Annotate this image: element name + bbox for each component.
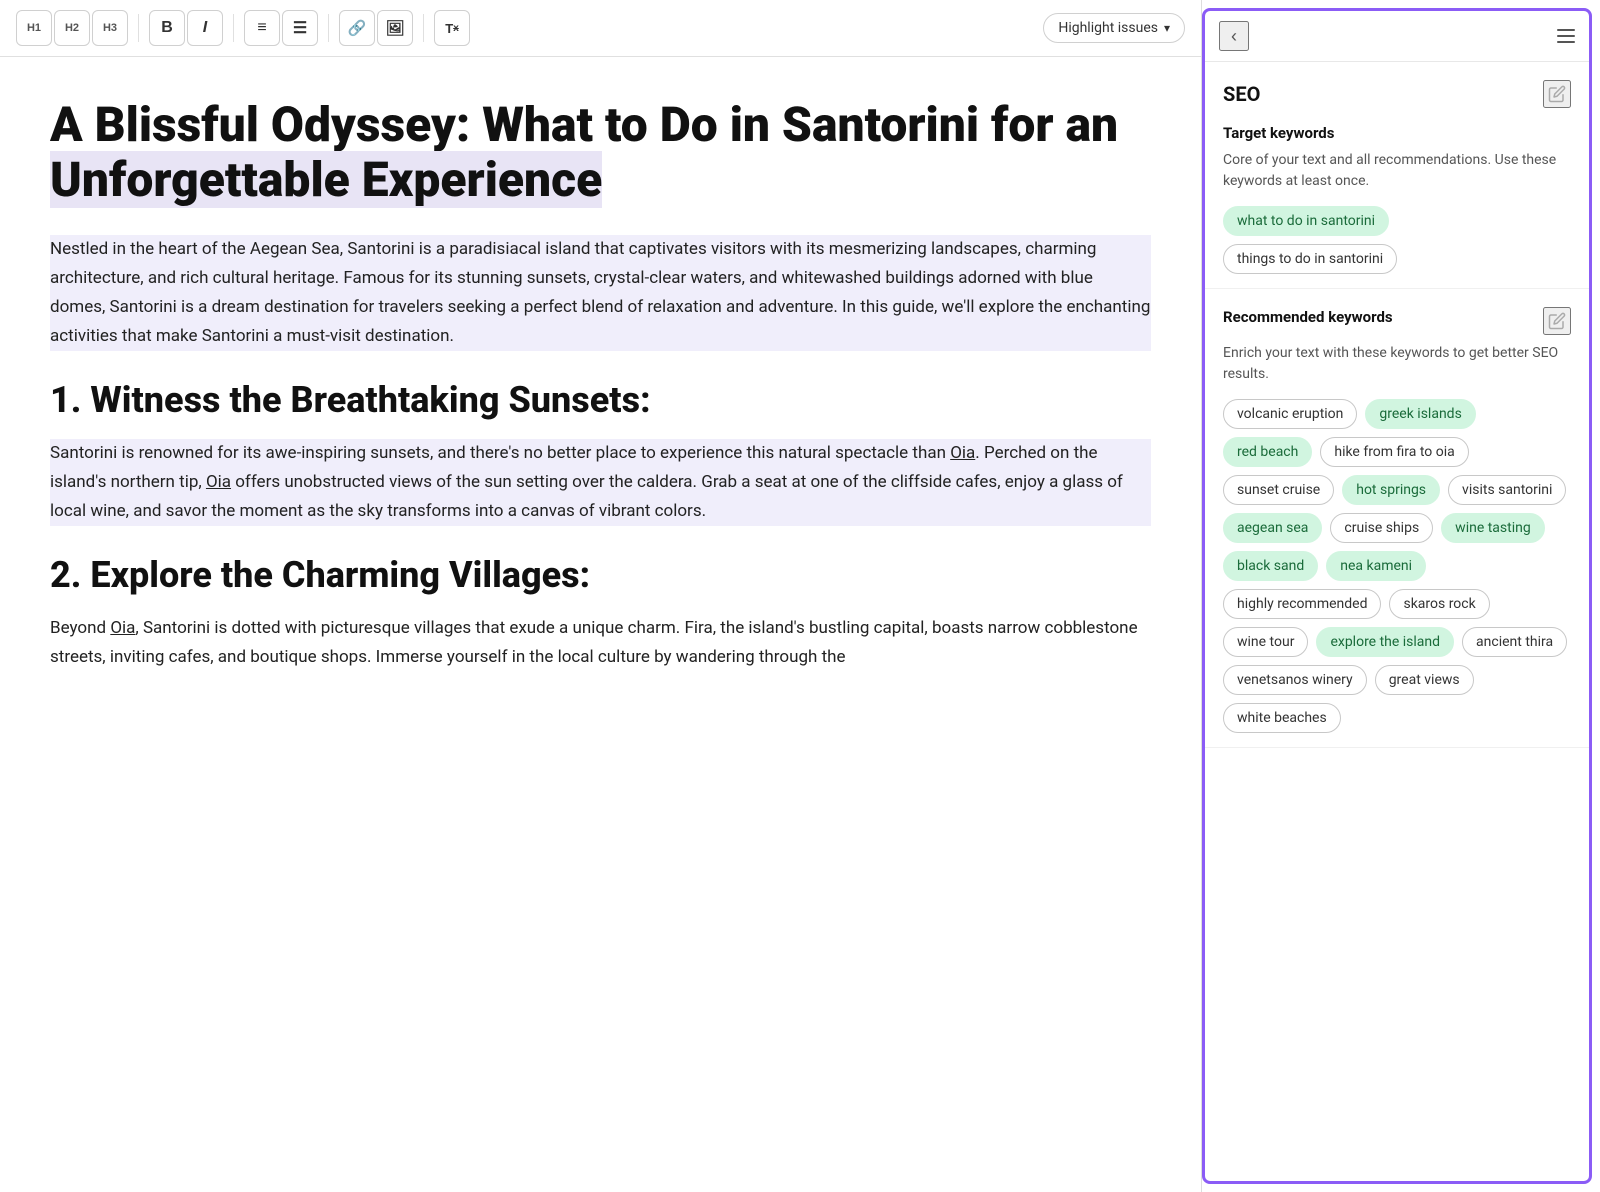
- bold-button[interactable]: B: [149, 10, 185, 46]
- seo-nav: ‹: [1205, 11, 1589, 62]
- recommended-keywords-desc: Enrich your text with these keywords to …: [1223, 343, 1571, 385]
- divider-1: [138, 14, 139, 42]
- recommended-keyword-tag[interactable]: nea kameni: [1326, 551, 1426, 581]
- sunsets-paragraph: Santorini is renowned for its awe-inspir…: [50, 439, 1151, 526]
- highlight-issues-dropdown[interactable]: Highlight issues ▾: [1043, 13, 1185, 43]
- hamburger-line-3: [1557, 41, 1575, 43]
- recommended-keyword-tag[interactable]: explore the island: [1316, 627, 1454, 657]
- recommended-keyword-tag[interactable]: great views: [1375, 665, 1474, 695]
- recommended-keyword-tag[interactable]: hot springs: [1342, 475, 1440, 505]
- link-button[interactable]: 🔗: [339, 10, 375, 46]
- target-keyword-tag[interactable]: what to do in santorini: [1223, 206, 1389, 236]
- recommended-keyword-tag[interactable]: black sand: [1223, 551, 1318, 581]
- recommended-keyword-tag[interactable]: cruise ships: [1330, 513, 1433, 543]
- divider-2: [233, 14, 234, 42]
- h3-button[interactable]: H3: [92, 10, 128, 46]
- recommended-keyword-tag[interactable]: skaros rock: [1389, 589, 1489, 619]
- article-title: A Blissful Odyssey: What to Do in Santor…: [50, 97, 1151, 207]
- section-heading-1: 1. Witness the Breathtaking Sunsets:: [50, 379, 1151, 421]
- editor-content[interactable]: A Blissful Odyssey: What to Do in Santor…: [0, 57, 1201, 1192]
- unordered-list-button[interactable]: ☰: [282, 10, 318, 46]
- editor-panel: H1 H2 H3 B I ≡ ☰ 🔗 🖼 Tx Highlight i: [0, 0, 1202, 1192]
- recommended-keyword-tag[interactable]: highly recommended: [1223, 589, 1381, 619]
- title-highlighted: Unforgettable Experience: [50, 151, 602, 208]
- divider-4: [423, 14, 424, 42]
- recommended-keyword-tag[interactable]: sunset cruise: [1223, 475, 1334, 505]
- recommended-keyword-tag[interactable]: aegean sea: [1223, 513, 1322, 543]
- recommended-keywords-title: Recommended keywords: [1223, 308, 1393, 326]
- pencil-icon-2: [1548, 312, 1566, 330]
- ordered-list-button[interactable]: ≡: [244, 10, 280, 46]
- back-button[interactable]: ‹: [1219, 21, 1249, 51]
- target-keywords-tags: what to do in santorini things to do in s…: [1223, 206, 1571, 274]
- recommended-keyword-tag[interactable]: white beaches: [1223, 703, 1341, 733]
- title-plain: A Blissful Odyssey: What to Do in Santor…: [50, 96, 1118, 153]
- recommended-keywords-tags: volcanic eruption greek islands red beach h…: [1223, 399, 1571, 733]
- heading-buttons: H1 H2 H3: [16, 10, 128, 46]
- toolbar: H1 H2 H3 B I ≡ ☰ 🔗 🖼 Tx Highlight i: [0, 0, 1201, 57]
- intro-paragraph: Nestled in the heart of the Aegean Sea, …: [50, 235, 1151, 351]
- hamburger-line-2: [1557, 35, 1575, 37]
- recommended-keyword-tag[interactable]: hike from fira to oia: [1320, 437, 1468, 467]
- recommended-keyword-tag[interactable]: ancient thira: [1462, 627, 1567, 657]
- recommended-keywords-section: Recommended keywords Enrich your text wi…: [1205, 289, 1589, 748]
- seo-edit-button[interactable]: [1543, 80, 1571, 108]
- seo-panel: ‹ SEO Target keywords Core of your text …: [1202, 8, 1592, 1184]
- recommended-keyword-tag[interactable]: wine tasting: [1441, 513, 1545, 543]
- seo-panel-title: SEO: [1223, 82, 1260, 106]
- oia-link-2[interactable]: Oia: [206, 472, 231, 492]
- para3-before: Beyond: [50, 618, 110, 638]
- image-button[interactable]: 🖼: [377, 10, 413, 46]
- hamburger-line-1: [1557, 29, 1575, 31]
- h2-button[interactable]: H2: [54, 10, 90, 46]
- recommended-keyword-tag[interactable]: volcanic eruption: [1223, 399, 1357, 429]
- villages-paragraph: Beyond Oia, Santorini is dotted with pic…: [50, 614, 1151, 672]
- chevron-down-icon: ▾: [1164, 21, 1170, 35]
- target-keywords-title: Target keywords: [1223, 124, 1571, 142]
- recommended-keyword-tag[interactable]: wine tour: [1223, 627, 1308, 657]
- format-buttons: B I: [149, 10, 223, 46]
- h1-button[interactable]: H1: [16, 10, 52, 46]
- target-keyword-tag[interactable]: things to do in santorini: [1223, 244, 1397, 274]
- recommended-keyword-tag[interactable]: red beach: [1223, 437, 1312, 467]
- menu-icon[interactable]: [1557, 29, 1575, 43]
- section-heading-2: 2. Explore the Charming Villages:: [50, 554, 1151, 596]
- insert-buttons: 🔗 🖼: [339, 10, 413, 46]
- oia-link-3[interactable]: Oia: [110, 618, 135, 638]
- para2-before: Santorini is renowned for its awe-inspir…: [50, 443, 950, 463]
- target-keywords-desc: Core of your text and all recommendation…: [1223, 150, 1571, 192]
- seo-header-section: SEO Target keywords Core of your text an…: [1205, 62, 1589, 289]
- para3-after: , Santorini is dotted with picturesque v…: [50, 618, 1138, 667]
- recommended-keyword-tag[interactable]: venetsanos winery: [1223, 665, 1367, 695]
- oia-link-1[interactable]: Oia: [950, 443, 975, 463]
- recommended-keyword-tag[interactable]: greek islands: [1365, 399, 1475, 429]
- list-buttons: ≡ ☰: [244, 10, 318, 46]
- recommended-edit-button[interactable]: [1543, 307, 1571, 335]
- divider-3: [328, 14, 329, 42]
- highlight-label: Highlight issues: [1058, 20, 1158, 36]
- italic-button[interactable]: I: [187, 10, 223, 46]
- recommended-keyword-tag[interactable]: visits santorini: [1448, 475, 1566, 505]
- pencil-icon: [1548, 85, 1566, 103]
- clear-format-button[interactable]: Tx: [434, 10, 470, 46]
